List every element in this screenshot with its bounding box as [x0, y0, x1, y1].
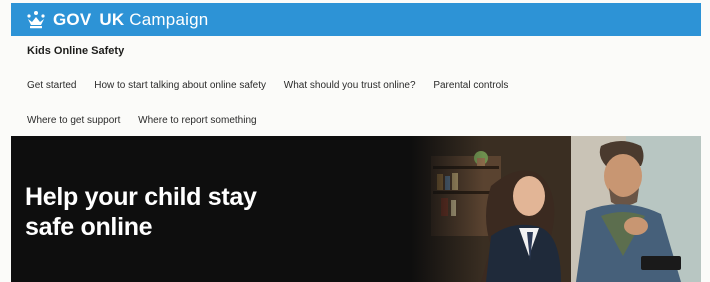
- nav-link-how-to-start-talking[interactable]: How to start talking about online safety: [94, 80, 266, 91]
- primary-nav-row-1: Get started How to start talking about o…: [27, 80, 523, 91]
- nav-link-parental-controls[interactable]: Parental controls: [433, 80, 508, 91]
- hero-banner: Help your child stay safe online: [11, 136, 701, 282]
- nav-link-what-to-trust[interactable]: What should you trust online?: [284, 80, 416, 91]
- hero-photo-parent-and-child: [411, 136, 701, 282]
- nav-link-where-to-get-support[interactable]: Where to get support: [27, 115, 120, 126]
- nav-link-where-to-report[interactable]: Where to report something: [138, 115, 256, 126]
- hero-title: Help your child stay safe online: [25, 183, 257, 241]
- campaign-header: GOV UK Campaign: [11, 3, 701, 36]
- service-name[interactable]: Kids Online Safety: [27, 45, 124, 57]
- crown-icon: [27, 10, 45, 28]
- nav-link-get-started[interactable]: Get started: [27, 80, 76, 91]
- gov-logo-text[interactable]: GOV: [53, 10, 91, 30]
- campaign-label: UK Campaign: [99, 9, 209, 29]
- primary-nav-row-2: Where to get support Where to report som…: [27, 115, 272, 126]
